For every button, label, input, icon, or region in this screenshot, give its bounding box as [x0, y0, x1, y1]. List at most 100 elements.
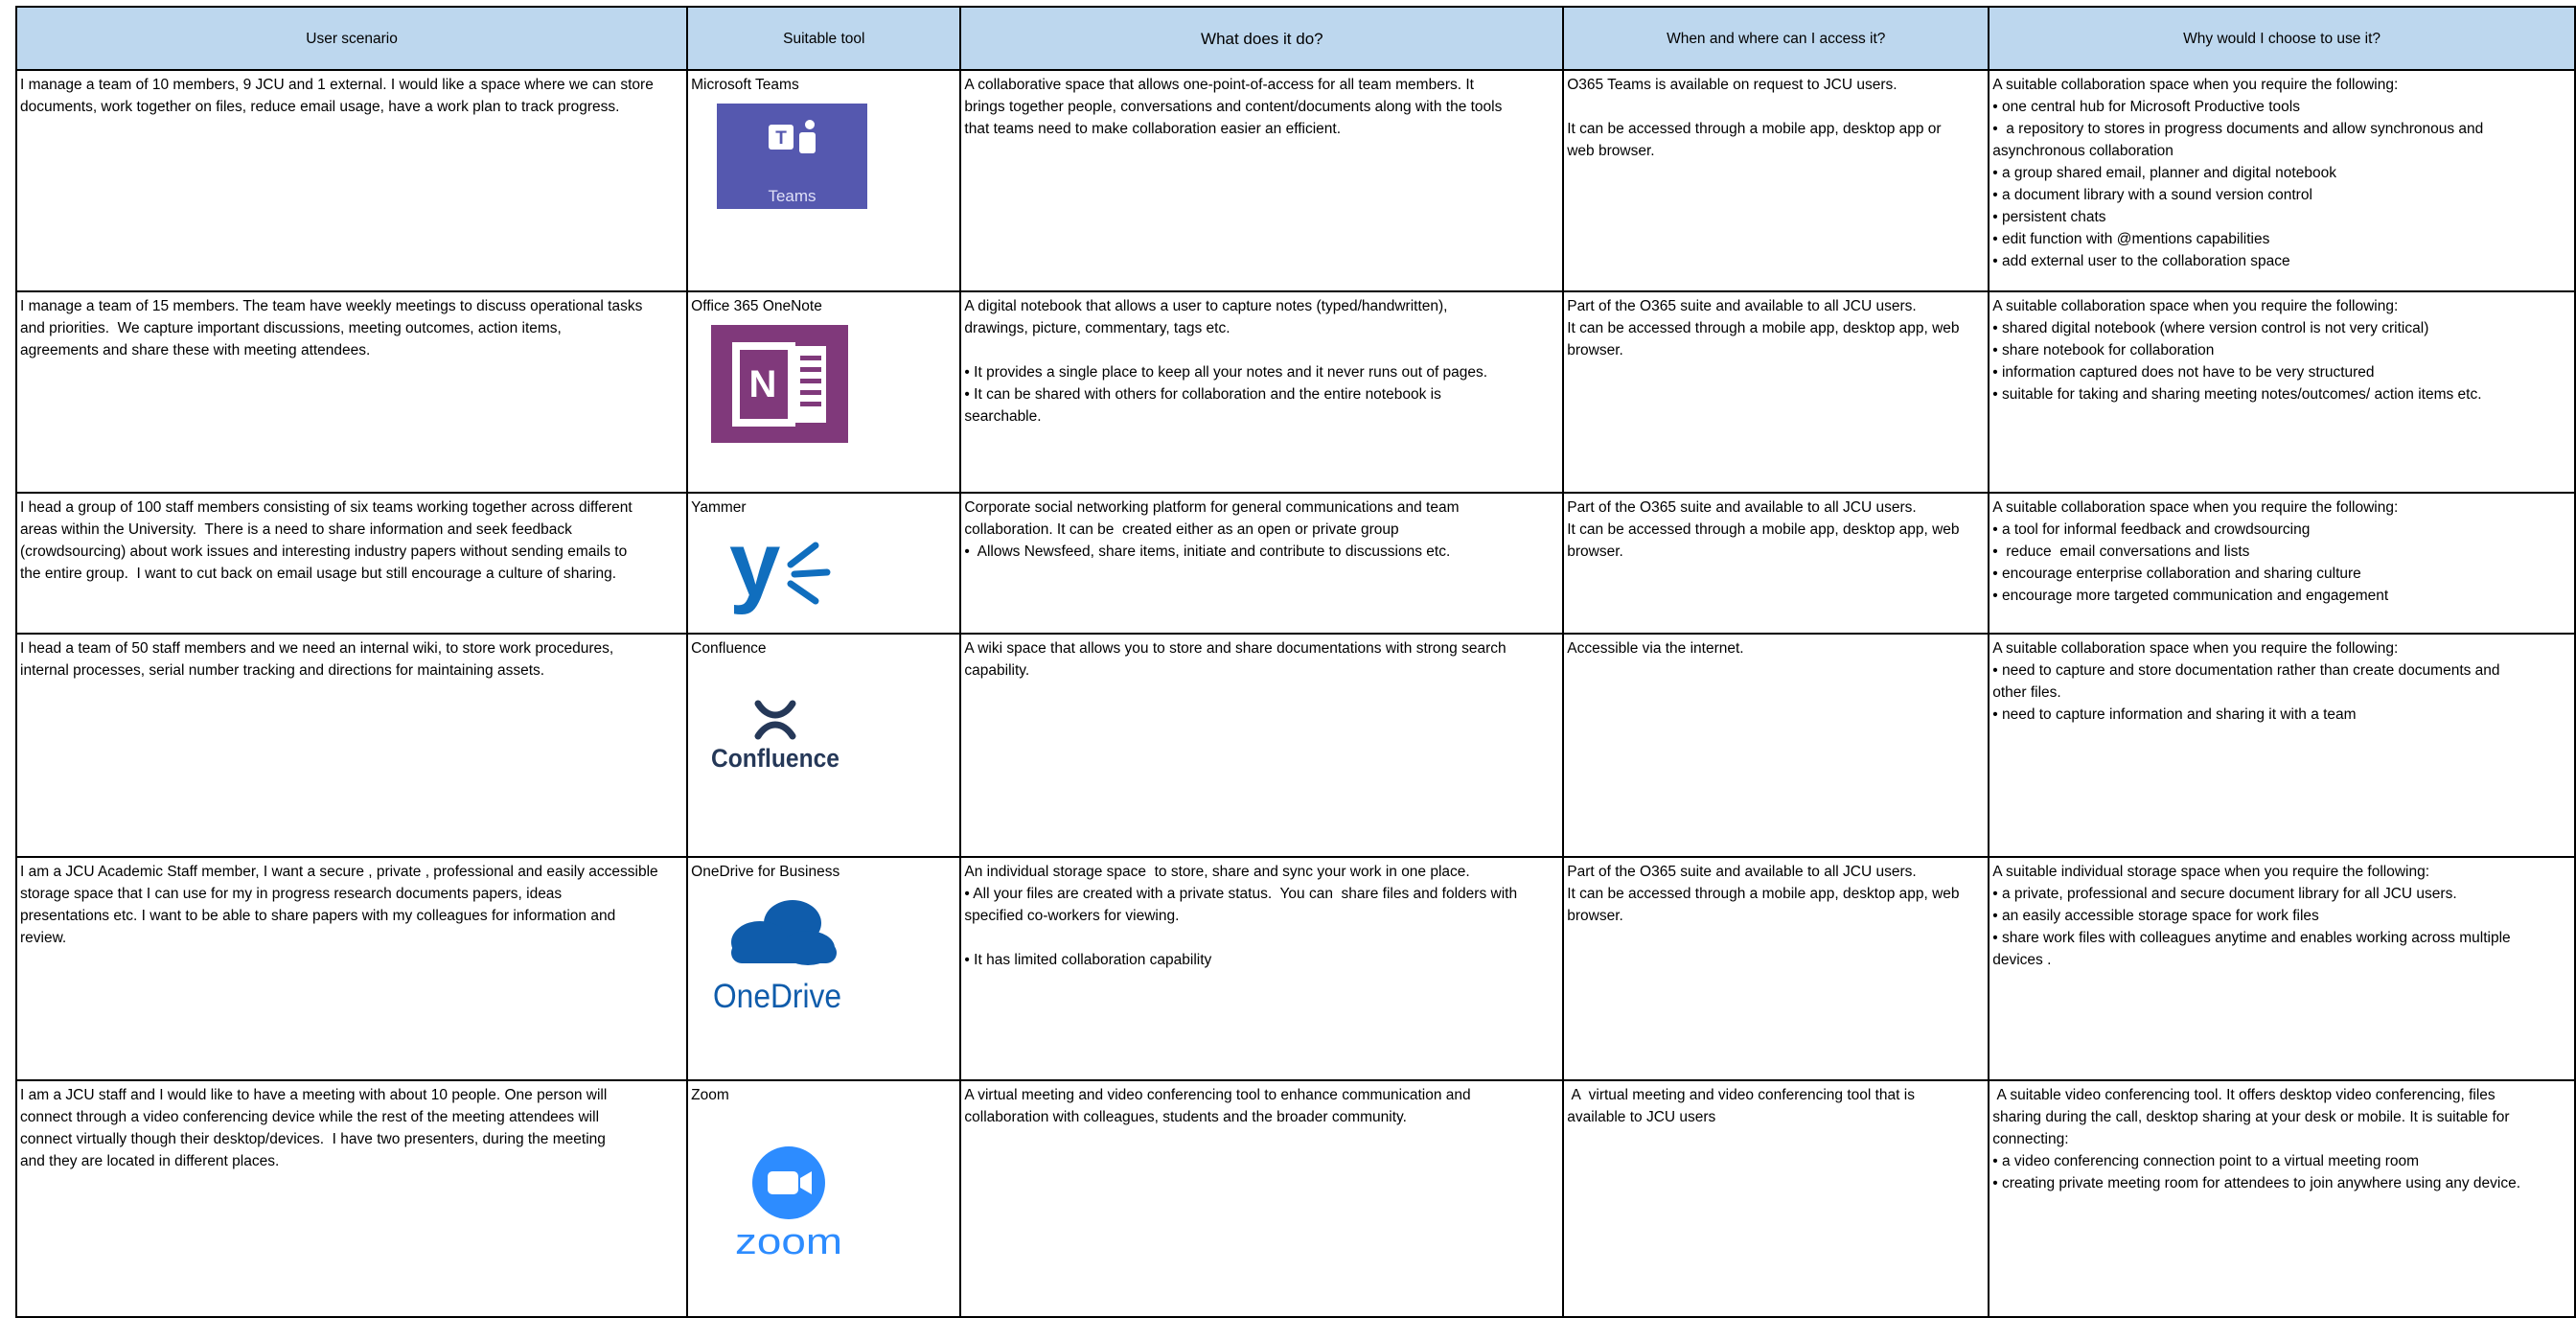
- when-cell: A virtual meeting and video conferencing…: [1562, 1079, 1990, 1318]
- tool-name: OneDrive for Business: [691, 864, 840, 880]
- scenario-cell: I manage a team of 15 members. The team …: [14, 290, 689, 494]
- text-line: other files.: [1992, 684, 2061, 701]
- what-cell: A virtual meeting and video conferencing…: [959, 1079, 1565, 1318]
- when-cell: Part of the O365 suite and available to …: [1562, 492, 1990, 635]
- text-line: • a document library with a sound versio…: [1992, 187, 2312, 203]
- text-line: A suitable individual storage space when…: [1992, 864, 2430, 880]
- text-line: browser.: [1567, 342, 1623, 358]
- text-line: • encourage more targeted communication …: [1992, 588, 2389, 604]
- text-line: A virtual meeting and video conferencing…: [1567, 1087, 1915, 1103]
- what-cell: A collaborative space that allows one-po…: [959, 69, 1565, 292]
- text-line: Part of the O365 suite and available to …: [1567, 499, 1917, 516]
- text-line: and they are located in different places…: [20, 1153, 280, 1169]
- text-line: the entire group. I want to cut back on …: [20, 566, 617, 582]
- text-line: • It provides a single place to keep all…: [964, 364, 1488, 381]
- text-line: I manage a team of 10 members, 9 JCU and…: [20, 77, 654, 93]
- text-line: A suitable collaboration space when you …: [1992, 298, 2399, 314]
- what-cell: A wiki space that allows you to store an…: [959, 633, 1565, 858]
- svg-text:OneDrive: OneDrive: [713, 978, 841, 1015]
- text-line: • need to capture and store documentatio…: [1992, 662, 2500, 679]
- text-line: asynchronous collaboration: [1992, 143, 2174, 159]
- text-line: I am a JCU Academic Staff member, I want…: [20, 864, 658, 880]
- text-line: [964, 927, 1559, 949]
- text-line: (crowdsourcing) about work issues and in…: [20, 543, 628, 560]
- text-line: presentations etc. I want to be able to …: [20, 908, 616, 924]
- text-line: that teams need to make collaboration ea…: [964, 121, 1342, 137]
- header-what-does-it-do: What does it do?: [959, 6, 1565, 71]
- text-line: collaboration with colleagues, students …: [964, 1109, 1407, 1125]
- why-cell: A suitable collaboration space when you …: [1988, 69, 2576, 292]
- yammer-logo-icon: y: [727, 524, 956, 620]
- text-line: Corporate social networking platform for…: [964, 499, 1460, 516]
- text-line: • It can be shared with others for colla…: [964, 386, 1441, 403]
- text-line: sharing during the call, desktop sharing…: [1992, 1109, 2510, 1125]
- onedrive-logo-icon: OneDrive: [712, 887, 956, 1021]
- text-line: It can be accessed through a mobile app,…: [1567, 121, 1942, 137]
- text-line: A collaborative space that allows one-po…: [964, 77, 1474, 93]
- when-cell: Part of the O365 suite and available to …: [1562, 856, 1990, 1081]
- header-suitable-tool: Suitable tool: [686, 6, 962, 71]
- text-line: A suitable collaboration space when you …: [1992, 77, 2399, 93]
- table-row: I manage a team of 10 members, 9 JCU and…: [14, 69, 2576, 292]
- scenario-cell: I head a group of 100 staff members cons…: [14, 492, 689, 635]
- text-line: [964, 339, 1559, 361]
- text-line: • share notebook for collaboration: [1992, 342, 2215, 358]
- text-line: • All your files are created with a priv…: [964, 886, 1518, 902]
- tool-name: Zoom: [691, 1087, 729, 1103]
- why-cell: A suitable collaboration space when you …: [1988, 633, 2576, 858]
- text-line: I head a group of 100 staff members cons…: [20, 499, 632, 516]
- text-line: areas within the University. There is a …: [20, 521, 572, 538]
- text-line: It can be accessed through a mobile app,…: [1567, 320, 1960, 336]
- when-cell: O365 Teams is available on request to JC…: [1562, 69, 1990, 292]
- text-line: Part of the O365 suite and available to …: [1567, 298, 1917, 314]
- why-cell: A suitable individual storage space when…: [1988, 856, 2576, 1081]
- tool-cell: Zoom zoom: [686, 1079, 962, 1318]
- why-cell: A suitable video conferencing tool. It o…: [1988, 1079, 2576, 1318]
- text-line: • persistent chats: [1992, 209, 2106, 225]
- text-line: A virtual meeting and video conferencing…: [964, 1087, 1471, 1103]
- text-line: • a private, professional and secure doc…: [1992, 886, 2457, 902]
- text-line: A suitable collaboration space when you …: [1992, 640, 2399, 657]
- onenote-logo-icon: N: [711, 325, 956, 443]
- text-line: connecting:: [1992, 1131, 2069, 1147]
- text-line: available to JCU users: [1567, 1109, 1716, 1125]
- svg-text:zoom: zoom: [735, 1222, 842, 1261]
- text-line: agreements and share these with meeting …: [20, 342, 371, 358]
- text-line: An individual storage space to store, sh…: [964, 864, 1470, 880]
- text-line: • a video conferencing connection point …: [1992, 1153, 2420, 1169]
- text-line: • It has limited collaboration capabilit…: [964, 952, 1212, 968]
- text-line: collaboration. It can be created either …: [964, 521, 1399, 538]
- header-user-scenario: User scenario: [14, 6, 689, 71]
- text-line: • one central hub for Microsoft Producti…: [1992, 99, 2300, 115]
- tool-cell: OneDrive for Business OneDrive: [686, 856, 962, 1081]
- text-line: browser.: [1567, 543, 1623, 560]
- text-line: • information captured does not have to …: [1992, 364, 2375, 381]
- text-line: A suitable video conferencing tool. It o…: [1992, 1087, 2496, 1103]
- text-line: specified co-workers for viewing.: [964, 908, 1180, 924]
- table-row: I head a team of 50 staff members and we…: [14, 633, 2576, 858]
- text-line: storage space that I can use for my in p…: [20, 886, 563, 902]
- text-line: devices .: [1992, 952, 2052, 968]
- why-cell: A suitable collaboration space when you …: [1988, 492, 2576, 635]
- microsoft-teams-logo-icon: T Teams: [717, 104, 956, 209]
- text-line: review.: [20, 930, 67, 946]
- table-row: I am a JCU Academic Staff member, I want…: [14, 856, 2576, 1081]
- svg-text:y: y: [729, 524, 780, 615]
- why-cell: A suitable collaboration space when you …: [1988, 290, 2576, 494]
- text-line: • need to capture information and sharin…: [1992, 706, 2357, 723]
- tool-cell: Confluence Confluence: [686, 633, 962, 858]
- header-why-choose: Why would I choose to use it?: [1988, 6, 2576, 71]
- text-line: • shared digital notebook (where version…: [1992, 320, 2429, 336]
- text-line: I manage a team of 15 members. The team …: [20, 298, 643, 314]
- confluence-logo-icon: Confluence: [708, 698, 956, 775]
- text-line: capability.: [964, 662, 1030, 679]
- text-line: browser.: [1567, 908, 1623, 924]
- text-line: • an easily accessible storage space for…: [1992, 908, 2319, 924]
- tool-name: Yammer: [691, 499, 747, 516]
- text-line: I am a JCU staff and I would like to hav…: [20, 1087, 608, 1103]
- text-line: internal processes, serial number tracki…: [20, 662, 545, 679]
- table-row: I head a group of 100 staff members cons…: [14, 492, 2576, 635]
- table-row: I manage a team of 15 members. The team …: [14, 290, 2576, 494]
- text-line: • a group shared email, planner and digi…: [1992, 165, 2336, 181]
- what-cell: Corporate social networking platform for…: [959, 492, 1565, 635]
